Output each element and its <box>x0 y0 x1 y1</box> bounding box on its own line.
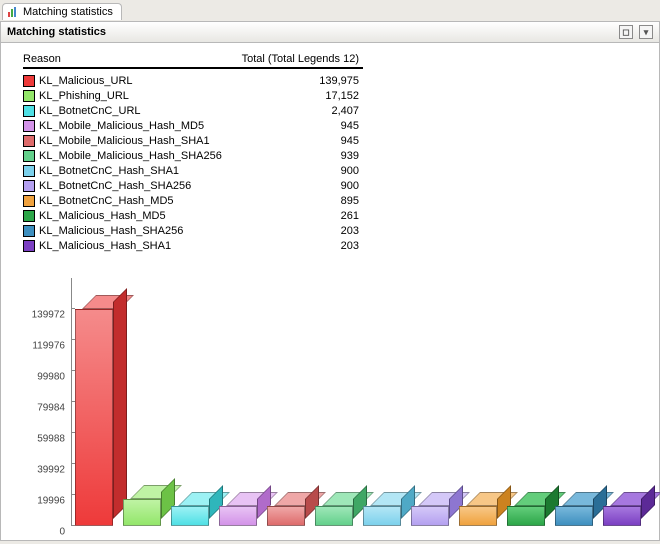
legend-value: 895 <box>254 195 363 207</box>
legend-swatch <box>23 120 35 132</box>
legend-swatch <box>23 150 35 162</box>
legend-label: KL_Malicious_Hash_SHA256 <box>39 225 254 237</box>
legend-label: KL_Malicious_URL <box>39 75 254 87</box>
bar[interactable] <box>219 506 257 526</box>
chevron-down-icon: ▾ <box>644 28 649 37</box>
tab-matching-statistics[interactable]: Matching statistics <box>2 3 122 20</box>
legend-label: KL_BotnetCnC_URL <box>39 105 254 117</box>
legend-label: KL_Mobile_Malicious_Hash_MD5 <box>39 120 254 132</box>
y-tick-label: 119976 <box>17 341 71 352</box>
legend-swatch <box>23 90 35 102</box>
legend-value: 261 <box>254 210 363 222</box>
bar[interactable] <box>123 499 161 526</box>
legend-value: 900 <box>254 165 363 177</box>
legend-swatch <box>23 75 35 87</box>
bar[interactable] <box>459 506 497 526</box>
legend-row: KL_BotnetCnC_Hash_SHA1900 <box>23 163 363 178</box>
y-tick-label: 39992 <box>17 465 71 476</box>
legend-row: KL_BotnetCnC_Hash_SHA256900 <box>23 178 363 193</box>
panel-title: Matching statistics <box>7 26 106 38</box>
y-tick-label: 139972 <box>17 310 71 321</box>
bar[interactable] <box>171 506 209 526</box>
legend-label: KL_Phishing_URL <box>39 90 254 102</box>
legend-value: 939 <box>254 150 363 162</box>
bar[interactable] <box>555 506 593 526</box>
maximize-button[interactable]: ◻ <box>619 25 633 39</box>
legend-value: 17,152 <box>254 90 363 102</box>
legend-swatch <box>23 165 35 177</box>
y-tick-label: 19996 <box>17 496 71 507</box>
legend-value: 203 <box>254 240 363 252</box>
legend-swatch <box>23 240 35 252</box>
legend-row: KL_Malicious_Hash_SHA1203 <box>23 238 363 253</box>
legend-label: KL_Mobile_Malicious_Hash_SHA256 <box>39 150 254 162</box>
bar[interactable] <box>603 506 641 526</box>
legend-row: KL_Malicious_Hash_MD5261 <box>23 208 363 223</box>
legend-header: Reason Total (Total Legends 12) <box>23 53 363 69</box>
legend-label: KL_BotnetCnC_Hash_SHA1 <box>39 165 254 177</box>
dropdown-button[interactable]: ▾ <box>639 25 653 39</box>
legend-header-reason: Reason <box>23 53 213 65</box>
legend-row: KL_BotnetCnC_Hash_MD5895 <box>23 193 363 208</box>
legend-value: 139,975 <box>254 75 363 87</box>
legend-value: 945 <box>254 120 363 132</box>
bar[interactable] <box>267 506 305 526</box>
legend-swatch <box>23 135 35 147</box>
legend-value: 2,407 <box>254 105 363 117</box>
bar[interactable] <box>411 506 449 526</box>
bars-area <box>71 278 653 526</box>
y-tick-label: 79984 <box>17 403 71 414</box>
legend-row: KL_Mobile_Malicious_Hash_SHA256939 <box>23 148 363 163</box>
legend-swatch <box>23 210 35 222</box>
legend-label: KL_Malicious_Hash_SHA1 <box>39 240 254 252</box>
legend-swatch <box>23 180 35 192</box>
bar[interactable] <box>75 309 113 526</box>
legend-row: KL_Malicious_Hash_SHA256203 <box>23 223 363 238</box>
y-tick-label: 99980 <box>17 372 71 383</box>
legend-label: KL_Malicious_Hash_MD5 <box>39 210 254 222</box>
legend-label: KL_BotnetCnC_Hash_SHA256 <box>39 180 254 192</box>
legend-row: KL_Malicious_URL139,975 <box>23 73 363 88</box>
legend-value: 203 <box>254 225 363 237</box>
tab-label: Matching statistics <box>23 6 113 18</box>
maximize-icon: ◻ <box>622 28 629 37</box>
legend-label: KL_Mobile_Malicious_Hash_SHA1 <box>39 135 254 147</box>
legend-value: 945 <box>254 135 363 147</box>
y-tick-label: 59988 <box>17 434 71 445</box>
legend-row: KL_Mobile_Malicious_Hash_SHA1945 <box>23 133 363 148</box>
legend-row: KL_BotnetCnC_URL2,407 <box>23 103 363 118</box>
window-controls: ◻ ▾ <box>619 25 653 39</box>
y-axis: 01999639992599887998499980119976139972 <box>23 278 72 526</box>
legend-swatch <box>23 195 35 207</box>
bar[interactable] <box>315 506 353 526</box>
bar[interactable] <box>363 506 401 526</box>
panel-content: Reason Total (Total Legends 12) KL_Malic… <box>0 43 660 541</box>
legend-row: KL_Phishing_URL17,152 <box>23 88 363 103</box>
legend-row: KL_Mobile_Malicious_Hash_MD5945 <box>23 118 363 133</box>
bar-chart: 01999639992599887998499980119976139972 <box>23 278 653 526</box>
legend-value: 900 <box>254 180 363 192</box>
legend-swatch <box>23 225 35 237</box>
legend-header-total: Total (Total Legends 12) <box>213 53 363 65</box>
chart-icon <box>7 6 19 18</box>
bar[interactable] <box>507 506 545 526</box>
tab-bar: Matching statistics <box>0 0 660 21</box>
panel-header: Matching statistics ◻ ▾ <box>0 21 660 43</box>
legend-swatch <box>23 105 35 117</box>
y-tick-label: 0 <box>17 527 71 538</box>
legend-body: KL_Malicious_URL139,975KL_Phishing_URL17… <box>23 73 659 253</box>
legend-label: KL_BotnetCnC_Hash_MD5 <box>39 195 254 207</box>
